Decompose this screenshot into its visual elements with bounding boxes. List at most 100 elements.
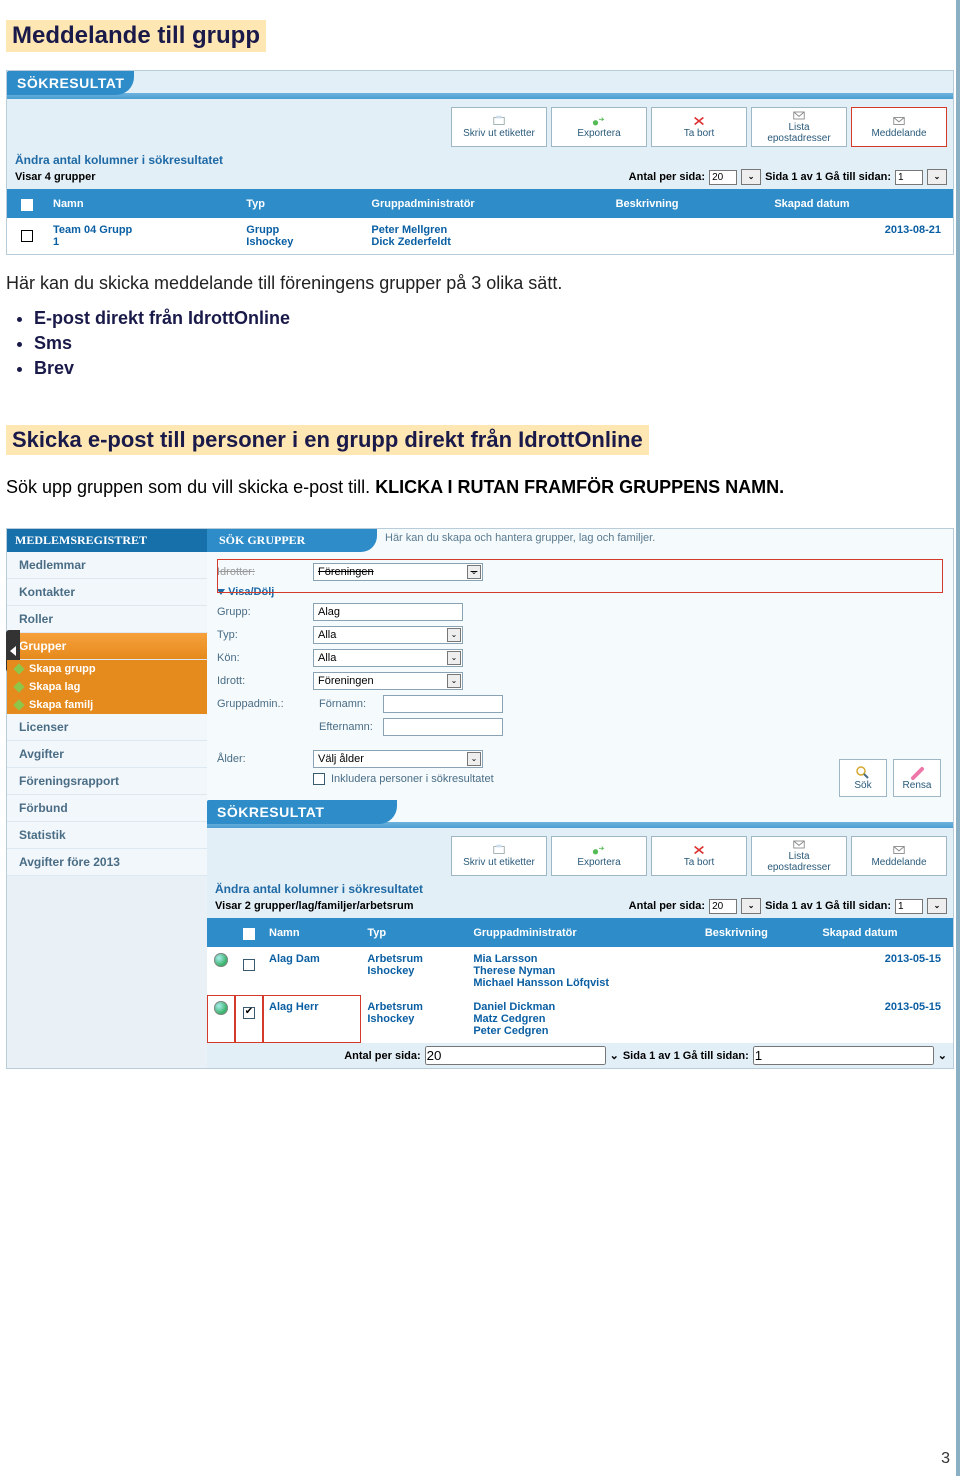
list-emails-button[interactable]: Lista epostadresser <box>751 836 847 876</box>
per-page-dropdown[interactable]: ⌄ <box>610 1049 619 1062</box>
per-page-dropdown[interactable]: ⌄ <box>741 898 761 914</box>
row-checkbox[interactable] <box>243 1007 255 1019</box>
sidebar-item-roller[interactable]: Roller <box>7 606 207 633</box>
sidebar-item-avgifter[interactable]: Avgifter <box>7 741 207 768</box>
grupp-label: Grupp: <box>217 606 313 618</box>
goto-page-input[interactable] <box>895 899 923 914</box>
page-info: Sida 1 av 1 Gå till sidan: <box>765 900 891 912</box>
goto-page-input[interactable] <box>895 170 923 185</box>
result-count: Visar 2 grupper/lag/familjer/arbetsrum <box>215 900 413 912</box>
result-count: Visar 4 grupper <box>15 171 96 183</box>
delete-button[interactable]: Ta bort <box>651 107 747 147</box>
goto-page-dropdown[interactable]: ⌄ <box>927 169 947 185</box>
list-emails-button[interactable]: Lista epostadresser <box>751 107 847 147</box>
col-date[interactable]: Skapad datum <box>816 918 953 947</box>
delete-icon <box>692 844 706 856</box>
table-row: Alag Herr ArbetsrumIshockey Daniel Dickm… <box>207 995 953 1043</box>
sidebar-item-statistik[interactable]: Statistik <box>7 822 207 849</box>
list-item: E-post direkt från IdrottOnline <box>34 308 960 329</box>
idrotter-select[interactable]: Föreningen⌄ <box>313 563 483 581</box>
toolbar-top: Skriv ut etiketter Exportera Ta bort Lis… <box>7 99 953 153</box>
col-name[interactable]: Namn <box>47 189 240 218</box>
per-page-label: Antal per sida: <box>629 900 705 912</box>
sidebar-item-kontakter[interactable]: Kontakter <box>7 579 207 606</box>
list-item: Brev <box>34 358 960 379</box>
row-name-link[interactable]: Alag Herr <box>263 995 361 1043</box>
col-desc[interactable]: Beskrivning <box>610 189 769 218</box>
main-header-tab: SÖK GRUPPER <box>207 529 377 552</box>
export-button[interactable]: Exportera <box>551 836 647 876</box>
per-page-input[interactable] <box>425 1046 606 1065</box>
row-checkbox[interactable] <box>21 230 33 242</box>
goto-page-input[interactable] <box>753 1046 934 1065</box>
gruppadmin-label: Gruppadmin.: <box>217 698 313 710</box>
sidebar-item-forbund[interactable]: Förbund <box>7 795 207 822</box>
page-number: 3 <box>941 1450 950 1468</box>
col-date[interactable]: Skapad datum <box>768 189 953 218</box>
grupp-input[interactable] <box>313 603 463 621</box>
alder-label: Ålder: <box>217 753 313 765</box>
col-admin[interactable]: Gruppadministratör <box>365 189 609 218</box>
change-columns-link[interactable]: Ändra antal kolumner i sökresultatet <box>7 153 953 169</box>
delete-button[interactable]: Ta bort <box>651 836 747 876</box>
print-labels-button[interactable]: Skriv ut etiketter <box>451 836 547 876</box>
col-admin[interactable]: Gruppadministratör <box>467 918 699 947</box>
col-type[interactable]: Typ <box>240 189 365 218</box>
search-form: Idrotter: Föreningen⌄ Visa/Dölj Grupp: T… <box>207 552 953 794</box>
typ-label: Typ: <box>217 629 313 641</box>
sidebar-item-medlemmar[interactable]: Medlemmar <box>7 552 207 579</box>
export-icon <box>592 115 606 127</box>
col-type[interactable]: Typ <box>361 918 467 947</box>
results-table-bottom: Namn Typ Gruppadministratör Beskrivning … <box>207 918 953 1043</box>
sidebar-sub-skapa-grupp[interactable]: Skapa grupp <box>7 660 207 678</box>
goto-page-dropdown[interactable]: ⌄ <box>927 898 947 914</box>
export-icon <box>592 844 606 856</box>
search-button[interactable]: Sök <box>839 759 887 797</box>
per-page-dropdown[interactable]: ⌄ <box>741 169 761 185</box>
instruction-text: Sök upp gruppen som du vill skicka e-pos… <box>6 477 954 498</box>
export-button[interactable]: Exportera <box>551 107 647 147</box>
visa-dolj-toggle[interactable]: Visa/Dölj <box>228 586 274 598</box>
message-button[interactable]: Meddelande <box>851 836 947 876</box>
sidebar-item-foreningsrapport[interactable]: Föreningsrapport <box>7 768 207 795</box>
mail-list-icon <box>792 110 806 121</box>
sidebar-sub-skapa-familj[interactable]: Skapa familj <box>7 696 207 714</box>
globe-icon <box>214 1001 228 1015</box>
typ-select[interactable]: Alla⌄ <box>313 626 463 644</box>
fornamn-input[interactable] <box>383 695 503 713</box>
mail-icon <box>892 115 906 127</box>
idrott-select[interactable]: Föreningen⌄ <box>313 672 463 690</box>
sidebar: MEDLEMSREGISTRET Medlemmar Kontakter Rol… <box>7 529 207 1068</box>
row-checkbox[interactable] <box>243 959 255 971</box>
select-all-checkbox[interactable] <box>21 199 33 211</box>
print-labels-button[interactable]: Skriv ut etiketter <box>451 107 547 147</box>
row-name-link[interactable]: Team 04 Grupp1 <box>47 218 240 254</box>
per-page-label: Antal per sida: <box>344 1050 420 1062</box>
row-name-link[interactable]: Alag Dam <box>263 947 361 995</box>
print-icon <box>492 115 506 127</box>
heading-meddelande: Meddelande till grupp <box>6 20 266 52</box>
col-desc[interactable]: Beskrivning <box>699 918 817 947</box>
sidebar-header: MEDLEMSREGISTRET <box>7 529 207 552</box>
inkludera-checkbox[interactable]: Inkludera personer i sökresultatet <box>313 773 494 785</box>
sidebar-item-avgifter-2013[interactable]: Avgifter före 2013 <box>7 849 207 876</box>
change-columns-link[interactable]: Ändra antal kolumner i sökresultatet <box>207 882 953 898</box>
message-button[interactable]: Meddelande <box>851 107 947 147</box>
per-page-input[interactable] <box>709 170 737 185</box>
sidebar-sub-skapa-lag[interactable]: Skapa lag <box>7 678 207 696</box>
sidebar-item-licenser[interactable]: Licenser <box>7 714 207 741</box>
goto-page-dropdown[interactable]: ⌄ <box>938 1049 947 1062</box>
sidebar-item-grupper[interactable]: Grupper <box>7 633 207 660</box>
col-name[interactable]: Namn <box>263 918 361 947</box>
toolbar-bottom: Skriv ut etiketter Exportera Ta bort Lis… <box>207 828 953 882</box>
kon-select[interactable]: Alla⌄ <box>313 649 463 667</box>
alder-select[interactable]: Välj ålder⌄ <box>313 750 483 768</box>
efternamn-label: Efternamn: <box>313 721 383 733</box>
main-header-desc: Här kan du skapa och hantera grupper, la… <box>377 529 663 552</box>
select-all-checkbox[interactable] <box>243 928 255 940</box>
panel-sokresultat-top: SÖKRESULTAT Skriv ut etiketter Exportera… <box>6 70 954 255</box>
clear-button[interactable]: Rensa <box>893 759 941 797</box>
table-row: Alag Dam ArbetsrumIshockey Mia LarssonTh… <box>207 947 953 995</box>
efternamn-input[interactable] <box>383 718 503 736</box>
per-page-input[interactable] <box>709 899 737 914</box>
